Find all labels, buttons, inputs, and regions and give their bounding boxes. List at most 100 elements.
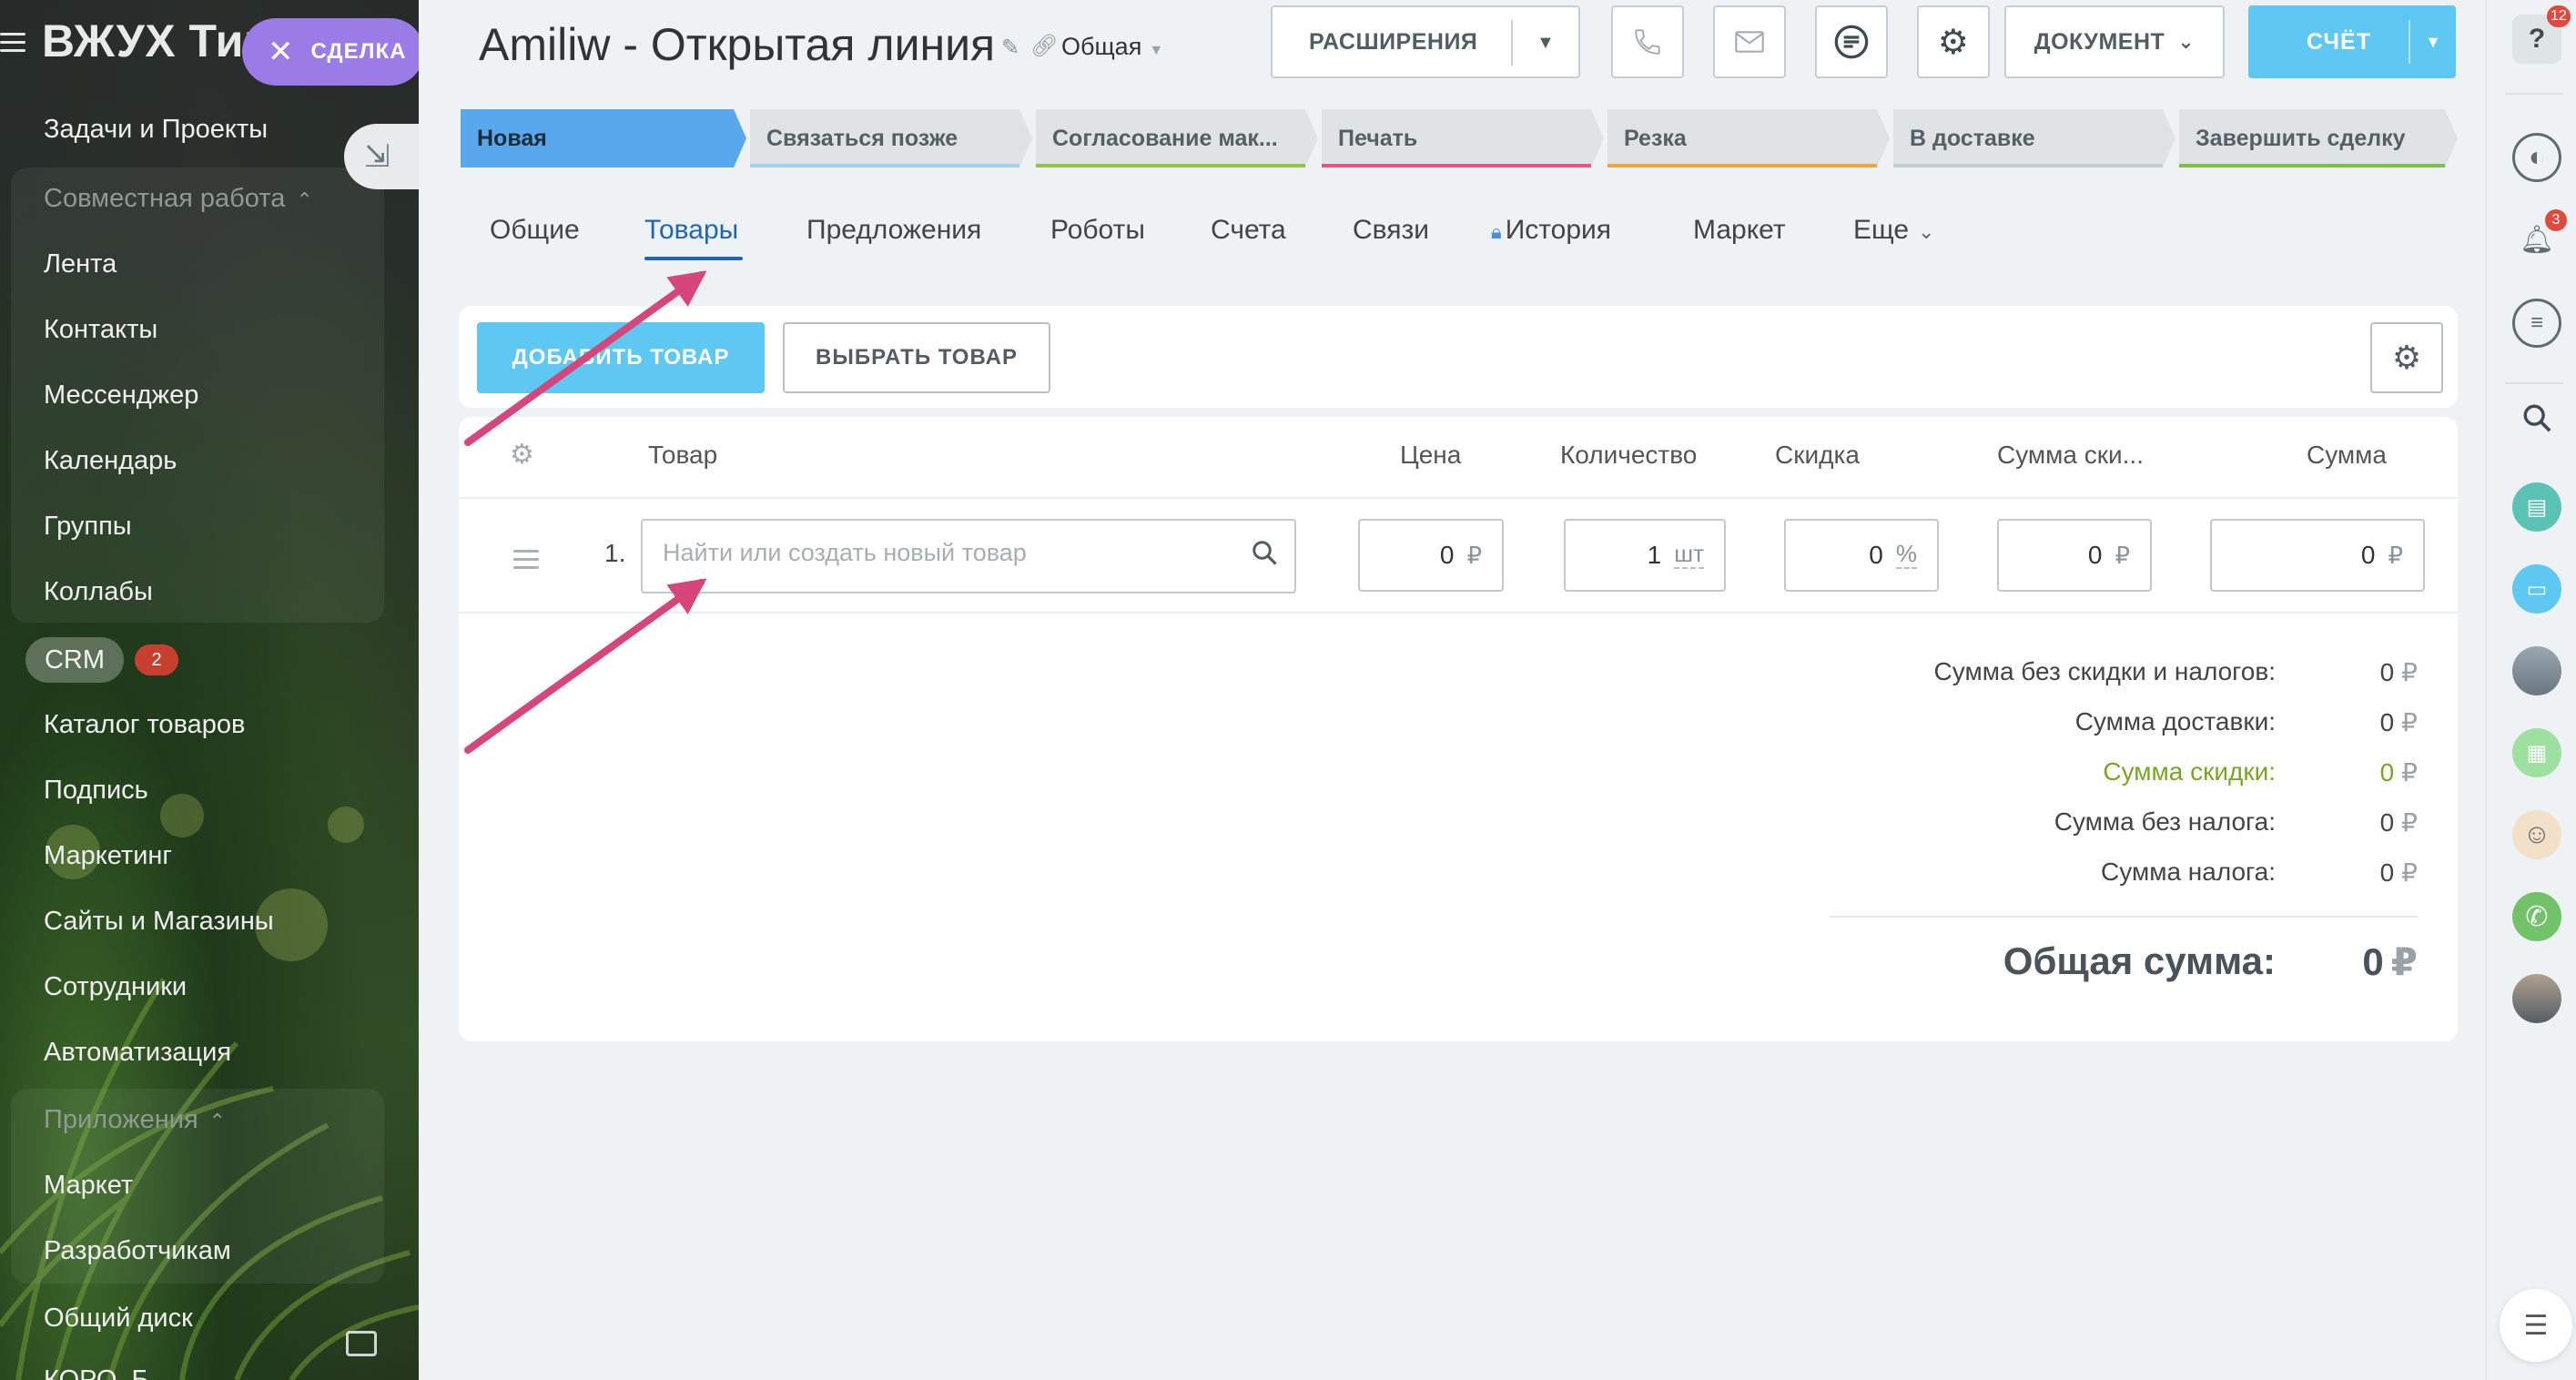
sidebar-item-cut[interactable]: КОРО..Б <box>44 1365 149 1380</box>
products-settings-button[interactable]: ⚙ <box>2370 322 2443 393</box>
close-icon[interactable]: ✕ <box>268 34 295 70</box>
sidebar-item-calendar[interactable]: Календарь <box>44 446 177 476</box>
tab-relations[interactable]: Связи <box>1353 215 1429 246</box>
extensions-button[interactable]: РАСШИРЕНИЯ ▼ <box>1271 5 1580 78</box>
sidebar-item-disk[interactable]: Общий диск <box>44 1304 193 1334</box>
deal-title: Amiliw - Открытая линия <box>479 19 996 70</box>
list-menu-icon[interactable]: ☰ <box>2500 1289 2572 1362</box>
product-search-field[interactable] <box>641 519 1296 594</box>
divider <box>459 497 2458 499</box>
sidebar-item-market[interactable]: Маркет <box>44 1171 133 1201</box>
tab-history[interactable]: 🔒︎ История <box>1491 215 1611 246</box>
divider <box>1830 916 2418 918</box>
discount-type-selector[interactable]: % <box>1895 542 1917 569</box>
discount-input[interactable]: 0% <box>1784 519 1939 592</box>
caret-down-icon[interactable]: ▼ <box>2425 33 2442 52</box>
tab-robots[interactable]: Роботы <box>1050 215 1145 246</box>
avatar-sunset[interactable] <box>2512 974 2561 1023</box>
email-button[interactable] <box>1713 5 1786 78</box>
search-icon[interactable] <box>2512 393 2561 442</box>
stage-print[interactable]: Печать <box>1322 109 1604 167</box>
sum-input[interactable]: 0 ₽ <box>2210 519 2425 592</box>
document-label: ДОКУМЕНТ <box>2033 28 2165 55</box>
chat-button[interactable] <box>1815 5 1888 78</box>
chevron-down-icon: ⌄ <box>2177 30 2196 53</box>
sidebar-item-tasks[interactable]: Задачи и Проекты <box>44 115 268 145</box>
drag-handle-icon[interactable] <box>513 550 539 574</box>
currency-symbol: ₽ <box>1466 541 1482 569</box>
phone-button[interactable] <box>1611 5 1684 78</box>
document-button[interactable]: ДОКУМЕНТ ⌄ <box>2004 5 2225 78</box>
invoice-button[interactable]: СЧЁТ ▼ <box>2248 5 2456 78</box>
printer-icon[interactable] <box>346 1331 377 1356</box>
choose-product-button[interactable]: ВЫБРАТЬ ТОВАР <box>783 322 1050 393</box>
caret-down-icon[interactable]: ▼ <box>1536 33 1555 54</box>
stage-delivery[interactable]: В доставке <box>1893 109 2175 167</box>
help-badge: 12 <box>2547 5 2571 27</box>
chevron-down-icon: ⌄ <box>1918 220 1935 243</box>
messages-icon[interactable]: ≡ <box>2512 299 2561 348</box>
group-header-label: Приложения <box>44 1105 198 1134</box>
add-product-button[interactable]: ДОБАВИТЬ ТОВАР <box>477 322 765 393</box>
sidebar-item-messenger[interactable]: Мессенджер <box>44 381 198 411</box>
sidebar-item-sites[interactable]: Сайты и Магазины <box>44 907 274 937</box>
sidebar-item-groups[interactable]: Группы <box>44 512 132 542</box>
stage-cut[interactable]: Резка <box>1607 109 1890 167</box>
stage-layout-approval[interactable]: Согласование мак... <box>1036 109 1318 167</box>
stage-color-bar <box>1607 164 1877 167</box>
portal-title[interactable]: ВЖУХ Тип <box>42 15 272 67</box>
deal-close-pill[interactable]: ✕ СДЕЛКА <box>242 18 419 86</box>
group-header-label: Совместная работа <box>44 184 286 213</box>
avatar-face-icon: ☺ <box>2522 819 2551 849</box>
category-selector[interactable]: Общая ▼ <box>1061 33 1163 61</box>
products-table: ⚙ Товар Цена Количество Скидка Сумма ски… <box>459 417 2458 1041</box>
sidebar-item-feed[interactable]: Лента <box>44 249 117 279</box>
phone-icon[interactable]: ✆ <box>2512 892 2561 941</box>
sidebar-item-developers[interactable]: Разработчикам <box>44 1236 231 1266</box>
stage-new[interactable]: Новая <box>461 109 746 167</box>
unit-selector[interactable]: шт <box>1674 542 1704 569</box>
quantity-input[interactable]: 1 шт <box>1564 519 1726 592</box>
menu-burger-icon[interactable] <box>0 33 27 53</box>
chat-icon <box>1834 25 1869 59</box>
edit-pencil-icon[interactable]: ✎ <box>1001 35 1019 61</box>
copilot-icon[interactable]: ◐ <box>2512 133 2561 182</box>
product-search-input[interactable] <box>663 539 1209 567</box>
total-value-tax: 0 ₽ <box>2380 857 2418 888</box>
mail-icon <box>1735 31 1764 53</box>
divider <box>459 612 2458 614</box>
sidebar-item-collabs[interactable]: Коллабы <box>44 577 153 607</box>
sidebar-item-sign[interactable]: Подпись <box>44 776 148 806</box>
sidebar-item-automation[interactable]: Автоматизация <box>44 1038 231 1068</box>
column-header-product: Товар <box>648 441 718 469</box>
contact-card-icon[interactable]: ▤ <box>2512 482 2561 532</box>
sidebar-item-catalog[interactable]: Каталог товаров <box>44 710 245 740</box>
total-label-discount: Сумма скидки: <box>2103 757 2276 786</box>
document-icon[interactable]: ▦ <box>2512 728 2561 777</box>
sidebar-group-header-apps[interactable]: Приложения ⌃ <box>44 1105 226 1135</box>
sidebar-item-marketing[interactable]: Маркетинг <box>44 841 172 871</box>
sidebar-item-crm[interactable]: CRM <box>25 637 124 683</box>
tab-market[interactable]: Маркет <box>1693 215 1786 246</box>
column-settings-gear-icon[interactable]: ⚙ <box>510 439 534 471</box>
tab-more[interactable]: Еще ⌄ <box>1853 215 1934 246</box>
sidebar-item-contacts[interactable]: Контакты <box>44 315 157 345</box>
search-glyph <box>2523 404 2551 432</box>
tab-products[interactable]: Товары <box>644 215 738 246</box>
tab-offers[interactable]: Предложения <box>806 215 981 246</box>
discount-sum-input[interactable]: 0 ₽ <box>1997 519 2152 592</box>
avatar-woman[interactable]: ☺ <box>2512 810 2561 859</box>
tab-general[interactable]: Общие <box>490 215 580 246</box>
sidebar-group-header-collab[interactable]: Совместная работа ⌃ <box>44 184 313 214</box>
price-input[interactable]: 0 ₽ <box>1358 519 1504 592</box>
avatar-landscape[interactable] <box>2512 646 2561 695</box>
settings-button[interactable]: ⚙ <box>1917 5 1990 78</box>
sidebar-item-employees[interactable]: Сотрудники <box>44 972 187 1002</box>
stage-call-later[interactable]: Связаться позже <box>750 109 1032 167</box>
link-icon[interactable]: 🔗︎ <box>1030 33 1058 59</box>
search-icon[interactable] <box>1251 539 1278 566</box>
tab-invoices[interactable]: Счета <box>1211 215 1286 246</box>
stage-finish-deal[interactable]: Завершить сделку <box>2179 109 2458 167</box>
stage-color-bar <box>1036 164 1305 167</box>
chat-bubble-icon[interactable]: ▭ <box>2512 564 2561 614</box>
